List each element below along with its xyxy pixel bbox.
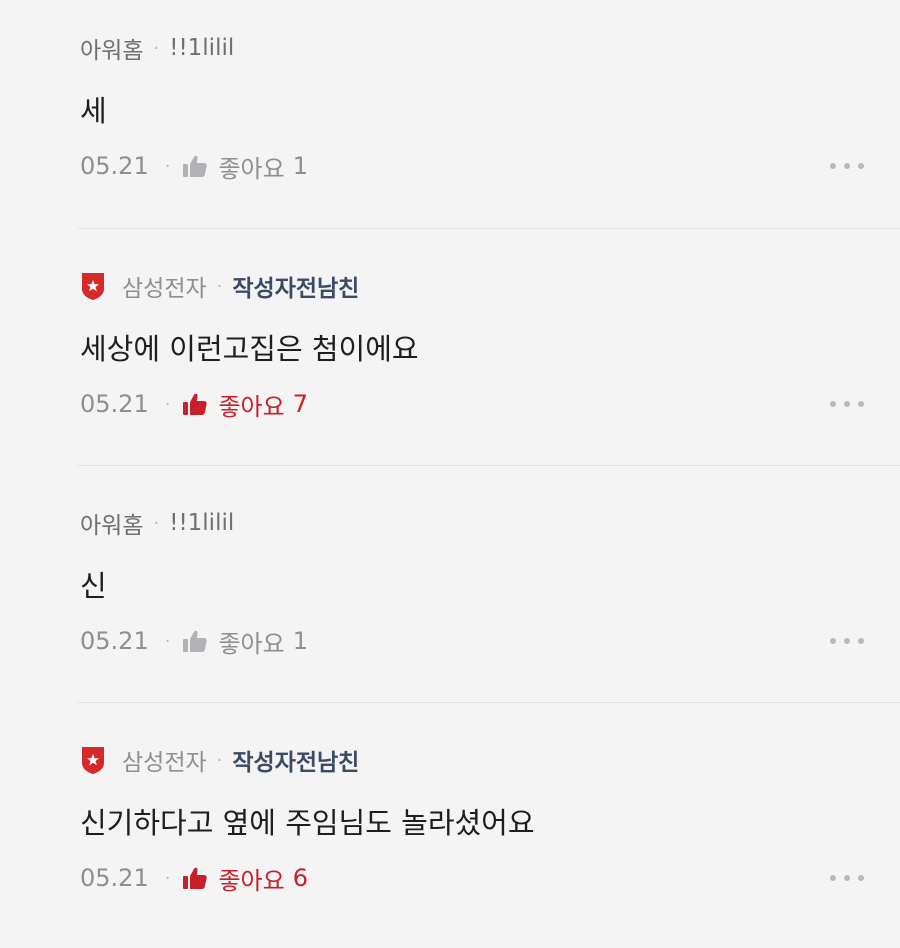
footer-separator: · bbox=[164, 867, 171, 889]
like-count: 1 bbox=[292, 627, 308, 655]
thumbs-up-icon bbox=[183, 155, 208, 177]
footer-separator: · bbox=[164, 630, 171, 652]
footer-separator: · bbox=[164, 155, 171, 177]
comment-footer: 05.21 · 좋아요 7 bbox=[80, 386, 308, 422]
comment-divider bbox=[78, 228, 900, 229]
thumbs-up-icon bbox=[183, 393, 208, 415]
author-nickname[interactable]: !!1lilil bbox=[169, 35, 234, 61]
comment-footer: 05.21 · 좋아요 1 bbox=[80, 623, 308, 659]
more-options-icon[interactable] bbox=[830, 390, 864, 418]
comment-meta: 삼성전자 · 작성자전남친 bbox=[80, 744, 359, 776]
meta-separator: · bbox=[153, 512, 160, 534]
comment-date: 05.21 bbox=[80, 864, 149, 892]
meta-separator: · bbox=[153, 37, 160, 59]
company-name[interactable]: 아워홈 bbox=[80, 506, 143, 540]
author-nickname[interactable]: 작성자전남친 bbox=[232, 269, 359, 303]
company-shield-icon bbox=[82, 273, 104, 300]
comment-body: 신기하다고 옆에 주임님도 놀라셨어요 bbox=[80, 806, 535, 840]
meta-separator: · bbox=[216, 275, 223, 297]
footer-separator: · bbox=[164, 393, 171, 415]
like-button[interactable]: 좋아요 1 bbox=[182, 149, 308, 184]
comment-date: 05.21 bbox=[80, 627, 149, 655]
author-nickname[interactable]: 작성자전남친 bbox=[232, 743, 359, 777]
like-button[interactable]: 좋아요 6 bbox=[182, 861, 308, 896]
more-options-icon[interactable] bbox=[830, 152, 864, 180]
comment-footer: 05.21 · 좋아요 1 bbox=[80, 148, 308, 184]
like-label: 좋아요 bbox=[218, 866, 285, 895]
company-name[interactable]: 아워홈 bbox=[80, 31, 143, 65]
like-label: 좋아요 bbox=[218, 392, 285, 421]
more-options-icon[interactable] bbox=[830, 627, 864, 655]
comment-meta: 아워홈 · !!1lilil bbox=[80, 507, 234, 539]
comment-divider bbox=[78, 702, 900, 703]
comment-footer: 05.21 · 좋아요 6 bbox=[80, 860, 308, 896]
meta-separator: · bbox=[216, 749, 223, 771]
comment-meta: 아워홈 · !!1lilil bbox=[80, 32, 234, 64]
comment-meta: 삼성전자 · 작성자전남친 bbox=[80, 270, 359, 302]
comment-item: 아워홈 · !!1lilil 세 05.21 · 좋아요 1 bbox=[0, 0, 900, 236]
like-button[interactable]: 좋아요 1 bbox=[182, 624, 308, 659]
thumbs-up-icon bbox=[183, 867, 208, 889]
like-label: 좋아요 bbox=[218, 154, 285, 183]
company-shield-icon bbox=[82, 747, 104, 774]
like-count: 1 bbox=[292, 152, 308, 180]
like-count: 6 bbox=[292, 864, 308, 892]
comment-body: 세 bbox=[80, 94, 107, 128]
like-button[interactable]: 좋아요 7 bbox=[182, 387, 308, 422]
author-nickname[interactable]: !!1lilil bbox=[169, 510, 234, 536]
thumbs-up-icon bbox=[183, 630, 208, 652]
comment-item: 삼성전자 · 작성자전남친 세상에 이런고집은 첨이에요 05.21 · 좋아요… bbox=[0, 238, 900, 474]
comment-item: 삼성전자 · 작성자전남친 신기하다고 옆에 주임님도 놀라셨어요 05.21 … bbox=[0, 712, 900, 948]
like-count: 7 bbox=[292, 390, 308, 418]
comment-date: 05.21 bbox=[80, 390, 149, 418]
comment-body: 신 bbox=[80, 569, 107, 603]
comment-body: 세상에 이런고집은 첨이에요 bbox=[80, 332, 419, 366]
company-name[interactable]: 삼성전자 bbox=[122, 269, 207, 303]
like-label: 좋아요 bbox=[218, 629, 285, 658]
comment-date: 05.21 bbox=[80, 152, 149, 180]
company-name[interactable]: 삼성전자 bbox=[122, 743, 207, 777]
more-options-icon[interactable] bbox=[830, 864, 864, 892]
comment-divider bbox=[78, 465, 900, 466]
comment-item: 아워홈 · !!1lilil 신 05.21 · 좋아요 1 bbox=[0, 475, 900, 711]
